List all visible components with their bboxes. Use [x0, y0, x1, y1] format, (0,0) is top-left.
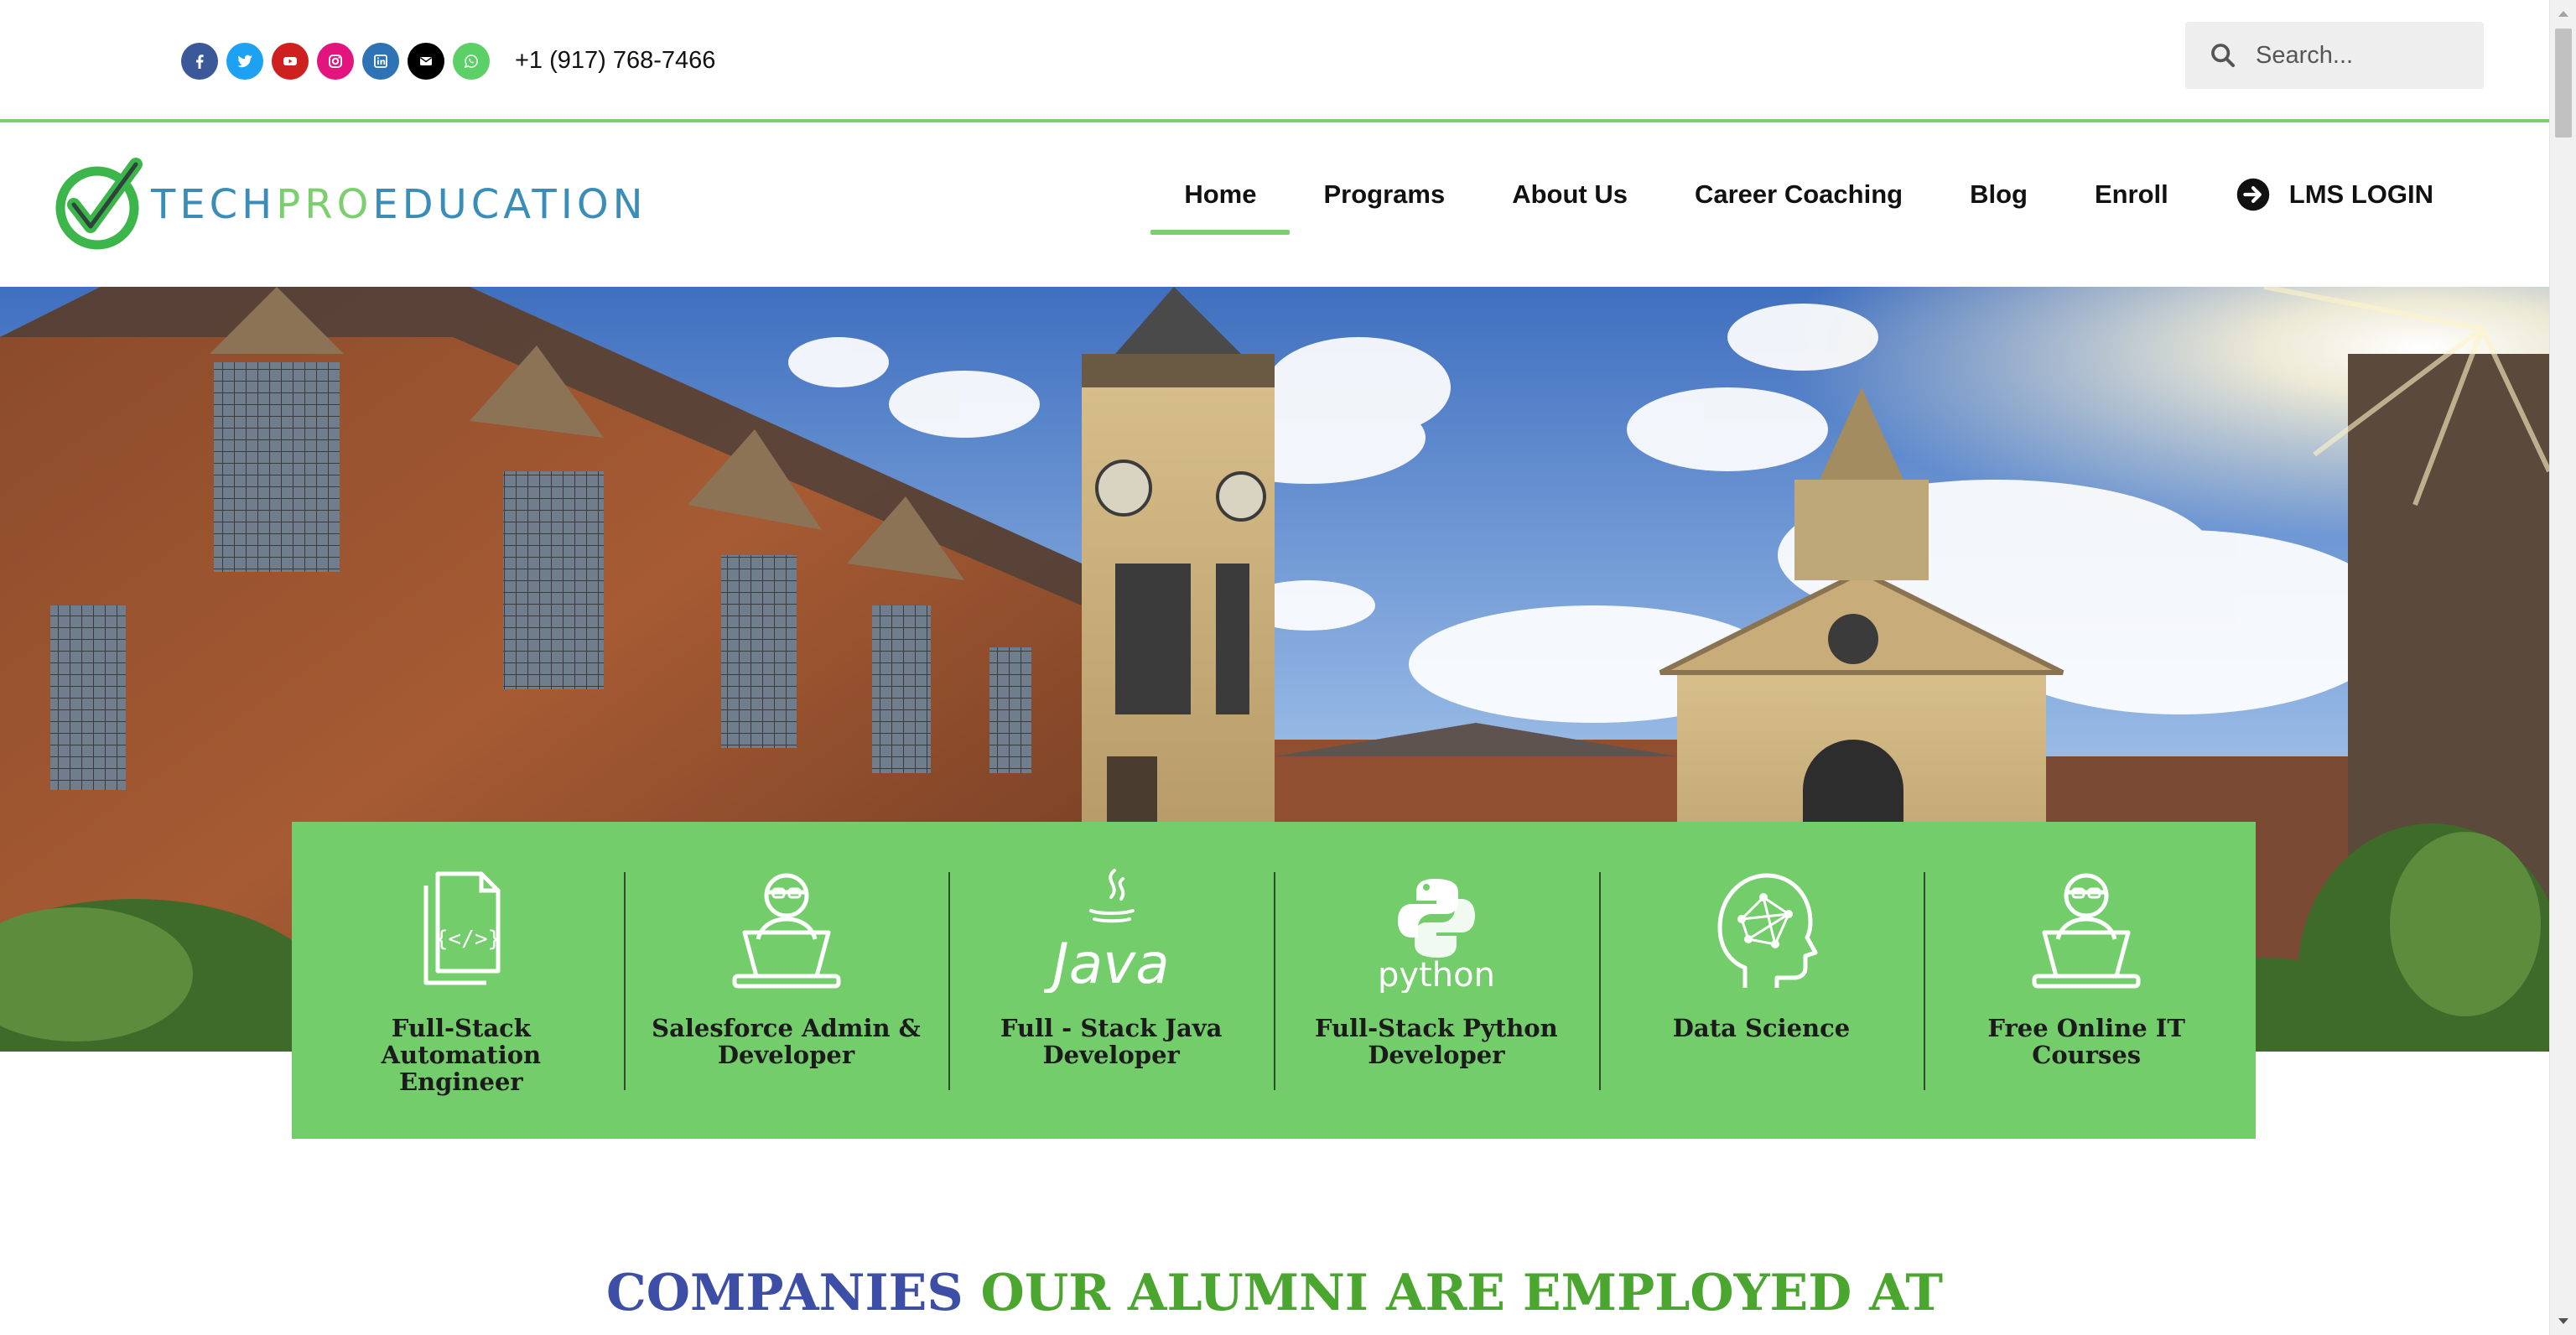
- search-icon: [2211, 44, 2236, 68]
- program-label: Full - Stack Java Developer: [1000, 1014, 1223, 1069]
- page-scrollbar[interactable]: [2549, 0, 2576, 1335]
- companies-heading-part1: COMPANIES: [605, 1264, 963, 1322]
- checkmark-logo-icon: [55, 158, 143, 250]
- scrollbar-thumb[interactable]: [2555, 29, 2572, 138]
- site-header: TECHPROEDUCATION Home Programs About Us …: [0, 126, 2549, 287]
- program-card-python[interactable]: python Full-Stack Python Developer: [1274, 822, 1599, 1139]
- logo-text-education: EDUCATION: [372, 181, 647, 228]
- arrow-circle-right-icon: [2236, 178, 2270, 211]
- program-label: Full-Stack Automation Engineer: [381, 1014, 542, 1096]
- facebook-icon[interactable]: [181, 43, 218, 80]
- scroll-down-arrow-icon[interactable]: [2550, 1308, 2576, 1335]
- lms-login-button[interactable]: LMS LOGIN: [2202, 174, 2467, 215]
- program-card-free-courses[interactable]: Free Online IT Courses: [1924, 822, 2249, 1139]
- logo[interactable]: TECHPROEDUCATION: [52, 156, 647, 253]
- program-label: Full-Stack Python Developer: [1314, 1014, 1558, 1069]
- program-card-automation[interactable]: {</>} Full-Stack Automation Engineer: [299, 822, 624, 1139]
- python-logo-icon: python: [1369, 867, 1504, 993]
- program-label: Free Online IT Courses: [1987, 1014, 2185, 1069]
- phone-number[interactable]: +1 (917) 768-7466: [515, 45, 715, 75]
- logo-text-tech: TECH: [151, 181, 277, 228]
- nav-career-coaching[interactable]: Career Coaching: [1661, 174, 1936, 215]
- top-bar: +1 (917) 768-7466: [0, 0, 2549, 122]
- scroll-up-arrow-icon[interactable]: [2550, 0, 2576, 27]
- youtube-icon[interactable]: [272, 43, 309, 80]
- nav-about-us[interactable]: About Us: [1478, 174, 1661, 215]
- instagram-icon[interactable]: [317, 43, 354, 80]
- nav-programs[interactable]: Programs: [1290, 174, 1478, 215]
- program-label: Data Science: [1672, 1014, 1851, 1042]
- companies-heading-part2: OUR ALUMNI ARE EMPLOYED AT: [980, 1264, 1944, 1322]
- search-box[interactable]: [2185, 22, 2484, 89]
- developer-laptop-icon: [719, 867, 854, 993]
- nav-blog[interactable]: Blog: [1936, 174, 2061, 215]
- svg-text:{</>}: {</>}: [435, 927, 501, 952]
- logo-wordmark: TECHPROEDUCATION: [151, 179, 647, 230]
- developer-laptop-icon: [2019, 867, 2153, 993]
- whatsapp-icon[interactable]: [453, 43, 490, 80]
- linkedin-icon[interactable]: [362, 43, 399, 80]
- nav-enroll[interactable]: Enroll: [2061, 174, 2202, 215]
- social-links: [181, 43, 490, 80]
- java-logo-icon: Java: [1044, 867, 1178, 993]
- twitter-icon[interactable]: [226, 43, 263, 80]
- search-input[interactable]: [2256, 41, 2474, 70]
- program-card-java[interactable]: Java Full - Stack Java Developer: [948, 822, 1274, 1139]
- envelope-icon[interactable]: [408, 43, 444, 80]
- svg-text:Java: Java: [1044, 932, 1170, 993]
- program-label: Salesforce Admin & Developer: [652, 1014, 921, 1069]
- programs-panel: {</>} Full-Stack Automation Engineer Sal…: [292, 822, 2256, 1139]
- svg-text:python: python: [1378, 956, 1495, 993]
- lms-login-label: LMS LOGIN: [2288, 179, 2433, 209]
- brain-network-icon: [1695, 867, 1829, 993]
- code-documents-icon: {</>}: [394, 867, 528, 993]
- program-card-salesforce[interactable]: Salesforce Admin & Developer: [623, 822, 949, 1139]
- logo-text-pro: PRO: [276, 181, 373, 228]
- main-nav: Home Programs About Us Career Coaching B…: [1150, 174, 2467, 235]
- companies-heading: COMPANIES OUR ALUMNI ARE EMPLOYED AT: [0, 1260, 2549, 1327]
- program-card-data-science[interactable]: Data Science: [1598, 822, 1924, 1139]
- nav-home[interactable]: Home: [1150, 174, 1291, 235]
